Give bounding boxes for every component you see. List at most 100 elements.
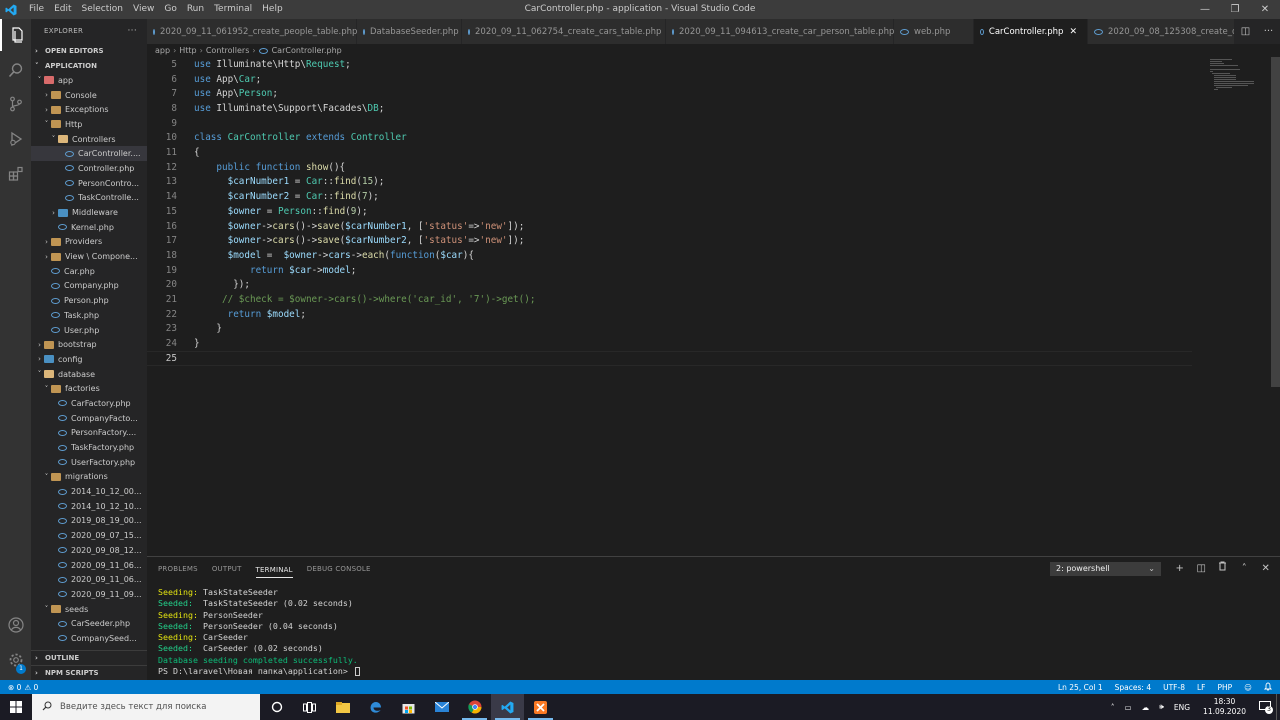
chrome-icon[interactable] <box>458 694 491 720</box>
folder-item[interactable]: › Exceptions <box>31 102 147 117</box>
close-panel-button[interactable]: ✕ <box>1255 561 1277 577</box>
menu-view[interactable]: View <box>128 0 159 19</box>
run-debug-icon[interactable] <box>0 123 31 155</box>
editor-tab[interactable]: DatabaseSeeder.php <box>357 19 462 44</box>
task-view-icon[interactable] <box>293 694 326 720</box>
extensions-icon[interactable] <box>0 158 31 190</box>
folder-item[interactable]: › View \ Compone... <box>31 249 147 264</box>
breadcrumb-item[interactable]: CarController.php <box>272 46 342 55</box>
file-item[interactable]: 2020_09_11_09... <box>31 587 147 602</box>
terminal-output[interactable]: Seeding: TaskStateSeeder Seeded: TaskStat… <box>158 587 360 677</box>
feedback-icon[interactable]: ☺ <box>1244 683 1252 692</box>
file-item[interactable]: TaskFactory.php <box>31 440 147 455</box>
folder-item[interactable]: ˅ Http <box>31 117 147 132</box>
cursor-position[interactable]: Ln 25, Col 1 <box>1058 683 1103 692</box>
file-item[interactable]: 2014_10_12_10... <box>31 499 147 514</box>
xampp-icon[interactable] <box>524 694 557 720</box>
panel-tab-debug-console[interactable]: DEBUG CONSOLE <box>307 557 371 581</box>
panel-tab-problems[interactable]: PROBLEMS <box>158 557 198 581</box>
file-item[interactable]: 2014_10_12_00... <box>31 484 147 499</box>
folder-item[interactable]: ˅ migrations <box>31 470 147 485</box>
settings-gear-icon[interactable]: 1 <box>0 644 31 676</box>
minimize-button[interactable]: — <box>1190 0 1220 19</box>
network-icon[interactable]: ▭ <box>1125 703 1132 712</box>
menu-run[interactable]: Run <box>182 0 209 19</box>
file-item[interactable]: CarSeeder.php <box>31 616 147 631</box>
folder-item[interactable]: › Providers <box>31 235 147 250</box>
breadcrumb-item[interactable]: app <box>155 46 170 55</box>
folder-item[interactable]: › bootstrap <box>31 337 147 352</box>
encoding[interactable]: UTF-8 <box>1163 683 1185 692</box>
action-center-icon[interactable]: 3 <box>1259 700 1273 714</box>
mail-icon[interactable] <box>425 694 458 720</box>
panel-tab-output[interactable]: OUTPUT <box>212 557 242 581</box>
edge-icon[interactable] <box>359 694 392 720</box>
file-item[interactable]: CarFactory.php <box>31 396 147 411</box>
account-icon[interactable] <box>0 609 31 641</box>
file-item[interactable]: 2020_09_08_12... <box>31 543 147 558</box>
file-item[interactable]: Kernel.php <box>31 220 147 235</box>
language-mode[interactable]: PHP <box>1217 683 1232 692</box>
folder-item[interactable]: ˅ Controllers <box>31 132 147 147</box>
file-item[interactable]: User.php <box>31 323 147 338</box>
editor-tab[interactable]: web.php <box>894 19 974 44</box>
file-item[interactable]: CarController.... <box>31 146 147 162</box>
file-item[interactable]: PersonContro... <box>31 176 147 191</box>
windows-start-icon[interactable] <box>0 694 32 720</box>
volume-icon[interactable]: 🕪 <box>1159 702 1164 712</box>
editor-tab[interactable]: 2020_09_11_094613_create_car_person_tabl… <box>666 19 894 44</box>
notifications-bell-icon[interactable] <box>1263 682 1273 693</box>
cortana-icon[interactable] <box>260 694 293 720</box>
editor-scrollbar[interactable] <box>1271 57 1280 387</box>
file-item[interactable]: Company.php <box>31 279 147 294</box>
breadcrumb-item[interactable]: Http <box>179 46 196 55</box>
close-window-button[interactable]: ✕ <box>1250 0 1280 19</box>
file-explorer-icon[interactable] <box>326 694 359 720</box>
breadcrumb-item[interactable]: Controllers <box>206 46 250 55</box>
folder-item[interactable]: ˅ database <box>31 367 147 382</box>
explorer-icon[interactable] <box>0 19 31 51</box>
clock[interactable]: 18:30 11.09.2020 <box>1203 697 1246 717</box>
taskbar-search-box[interactable]: Введите здесь текст для поиска <box>32 694 260 720</box>
editor-tab[interactable]: 2020_09_08_125308_create_o <box>1088 19 1258 44</box>
file-item[interactable]: Task.php <box>31 308 147 323</box>
more-actions-button[interactable]: ··· <box>128 26 137 36</box>
new-terminal-button[interactable]: + <box>1169 561 1191 577</box>
file-item[interactable]: CompanyFacto... <box>31 411 147 426</box>
menu-file[interactable]: File <box>24 0 49 19</box>
terminal-select[interactable]: 2: powershell ⌄ <box>1050 562 1161 576</box>
folder-item[interactable]: › Console <box>31 88 147 103</box>
folder-item[interactable]: › config <box>31 352 147 367</box>
code-editor[interactable]: 5 use Illuminate\Http\Request; 6 use App\Ca… <box>147 57 1280 552</box>
editor-tab[interactable]: CarController.php ✕ <box>974 19 1088 44</box>
menu-go[interactable]: Go <box>159 0 181 19</box>
indentation[interactable]: Spaces: 4 <box>1115 683 1151 692</box>
file-item[interactable]: UserFactory.php <box>31 455 147 470</box>
problems-indicator[interactable]: ⊗ 0 ⚠ 0 <box>0 683 38 692</box>
onedrive-icon[interactable]: ☁ <box>1142 703 1150 712</box>
file-item[interactable]: Person.php <box>31 293 147 308</box>
input-language[interactable]: ENG <box>1174 703 1190 712</box>
store-icon[interactable] <box>392 694 425 720</box>
file-item[interactable]: CompanySeed... <box>31 631 147 646</box>
tray-expand-icon[interactable]: ˄ <box>1111 703 1115 712</box>
editor-tab[interactable]: 2020_09_11_062754_create_cars_table.php <box>462 19 666 44</box>
panel-tab-terminal[interactable]: TERMINAL <box>255 562 293 578</box>
menu-selection[interactable]: Selection <box>77 0 128 19</box>
restore-button[interactable]: ❐ <box>1220 0 1250 19</box>
source-control-icon[interactable] <box>0 88 31 120</box>
project-section[interactable]: ˅ APPLICATION <box>31 58 147 73</box>
folder-item[interactable]: ˅ factories <box>31 381 147 396</box>
menu-terminal[interactable]: Terminal <box>209 0 257 19</box>
file-item[interactable]: 2020_09_07_15... <box>31 528 147 543</box>
maximize-panel-button[interactable]: ˄ <box>1234 561 1256 577</box>
outline-section[interactable]: › OUTLINE <box>31 650 147 665</box>
kill-terminal-button[interactable] <box>1212 561 1234 577</box>
menu-edit[interactable]: Edit <box>49 0 76 19</box>
split-editor-icon[interactable]: ◫ <box>1241 26 1250 37</box>
file-item[interactable]: 2020_09_11_06... <box>31 572 147 587</box>
search-icon[interactable] <box>0 54 31 86</box>
editor-tab[interactable]: 2020_09_11_061952_create_people_table.ph… <box>147 19 357 44</box>
split-terminal-button[interactable]: ◫ <box>1191 561 1213 577</box>
file-item[interactable]: Controller.php <box>31 161 147 176</box>
